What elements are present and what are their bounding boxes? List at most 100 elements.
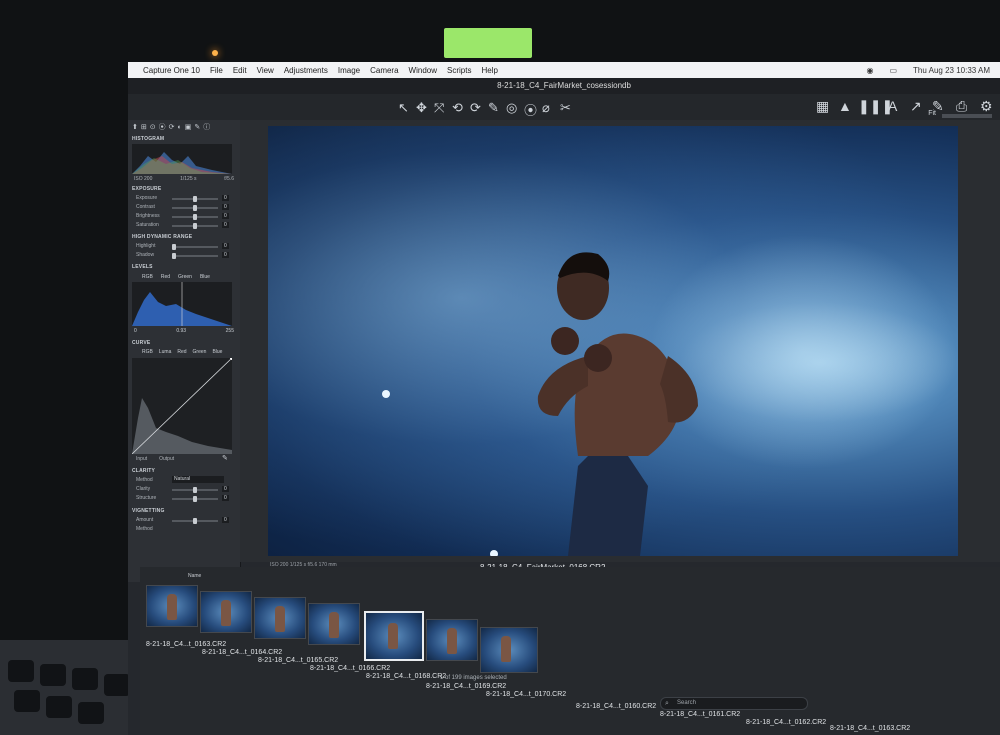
clarity-slider[interactable] xyxy=(172,487,218,493)
exposure-slider[interactable] xyxy=(172,196,218,202)
brightness-value[interactable]: 0 xyxy=(222,213,229,219)
print-icon[interactable]: ⎙ xyxy=(956,98,967,115)
rotate-right-icon[interactable]: ⟳ xyxy=(470,100,481,116)
grid-view-icon[interactable]: ▦ xyxy=(816,98,829,115)
structure-value[interactable]: 0 xyxy=(222,495,229,501)
tab-metadata-icon[interactable]: ⓘ xyxy=(203,124,213,131)
highlight-value[interactable]: 0 xyxy=(222,243,229,249)
spot-tool-icon[interactable]: ◎ xyxy=(506,100,517,116)
vignetting-amount-value[interactable]: 0 xyxy=(222,517,229,523)
menu-window[interactable]: Window xyxy=(409,66,437,75)
menu-view[interactable]: View xyxy=(257,66,274,75)
clarity-header[interactable]: CLARITY xyxy=(132,468,155,474)
green-tape xyxy=(444,28,532,58)
clarity-value[interactable]: 0 xyxy=(222,486,229,492)
histogram-header[interactable]: HISTOGRAM xyxy=(132,136,164,142)
settings-gear-icon[interactable]: ⚙ xyxy=(980,98,993,115)
mask-tool-icon[interactable]: ⌀ xyxy=(542,100,550,116)
hdr-header[interactable]: HIGH DYNAMIC RANGE xyxy=(132,234,192,240)
menu-camera[interactable]: Camera xyxy=(370,66,398,75)
image-viewer[interactable]: ISO 200 1/125 s f/5.6 170 mm 8-21-18_C4_… xyxy=(240,110,1000,572)
zoom-slider[interactable] xyxy=(942,114,992,118)
text-icon[interactable]: A xyxy=(888,98,897,114)
thumbnail-3[interactable] xyxy=(254,597,306,639)
tab-exposure-icon[interactable]: ⟳ xyxy=(169,124,178,131)
shadow-slider[interactable] xyxy=(172,253,218,259)
curve-graph[interactable] xyxy=(131,356,234,455)
saturation-value[interactable]: 0 xyxy=(222,222,229,228)
rotate-left-icon[interactable]: ⟲ xyxy=(452,100,463,116)
histogram-meta: ISO 200 1/125 s f/5.6 xyxy=(134,176,234,182)
exposure-value[interactable]: 0 xyxy=(222,195,229,201)
window-title: 8-21-18_C4_FairMarket_cosessiondb xyxy=(128,78,1000,94)
saturation-slider[interactable] xyxy=(172,223,218,229)
exposure-header[interactable]: EXPOSURE xyxy=(132,186,161,192)
annotate-tool-icon[interactable]: ✂ xyxy=(560,100,571,116)
vignetting-amount-slider[interactable] xyxy=(172,518,218,524)
levels-white[interactable]: 255 xyxy=(226,328,234,334)
zoom-label[interactable]: Fit xyxy=(928,110,936,117)
tab-detail-icon[interactable]: ◐ xyxy=(178,124,185,131)
contrast-value[interactable]: 0 xyxy=(222,204,229,210)
thumbnail-7[interactable] xyxy=(480,627,538,673)
tab-library-icon[interactable]: ⊞ xyxy=(141,124,150,131)
menu-app[interactable]: Capture One 10 xyxy=(143,66,200,75)
highlight-slider[interactable] xyxy=(172,244,218,250)
levels-tab-rgb[interactable]: RGB xyxy=(142,274,153,280)
brush-tool-icon[interactable]: ✎ xyxy=(488,100,499,116)
warning-icon[interactable]: ▲ xyxy=(838,98,852,114)
shutter-value: 1/125 s xyxy=(180,176,197,182)
menu-file[interactable]: File xyxy=(210,66,223,75)
thumbnail-selected[interactable] xyxy=(364,611,424,661)
clock[interactable]: Thu Aug 23 10:33 AM xyxy=(913,66,990,75)
curve-tab-rgb[interactable]: RGB xyxy=(142,349,153,355)
tab-color-icon[interactable]: ⦿ xyxy=(159,124,169,131)
tab-lens-icon[interactable]: ⊙ xyxy=(150,124,159,131)
brightness-slider[interactable] xyxy=(172,214,218,220)
wifi-icon[interactable]: ◉ xyxy=(867,66,874,75)
levels-tab-green[interactable]: Green xyxy=(178,274,192,280)
thumbnail-2[interactable] xyxy=(200,591,252,633)
curve-tab-luma[interactable]: Luma xyxy=(159,349,172,355)
cursor-tool-icon[interactable]: ↖ xyxy=(398,100,409,116)
levels-header[interactable]: LEVELS xyxy=(132,264,153,270)
tab-adjust-icon[interactable]: ✎ xyxy=(194,124,203,131)
curve-tab-blue[interactable]: Blue xyxy=(212,349,222,355)
eyedropper-icon[interactable]: ✎ xyxy=(222,454,228,462)
name-row-3: 8-21-18_C4...t_0162.CR2 xyxy=(746,719,827,726)
curve-tab-red[interactable]: Red xyxy=(177,349,186,355)
contrast-slider[interactable] xyxy=(172,205,218,211)
menu-scripts[interactable]: Scripts xyxy=(447,66,471,75)
pan-tool-icon[interactable]: ✥ xyxy=(416,100,427,116)
structure-slider[interactable] xyxy=(172,496,218,502)
thumbnail-1[interactable] xyxy=(146,585,198,627)
menu-edit[interactable]: Edit xyxy=(233,66,247,75)
search-field[interactable]: ⌕ Search xyxy=(660,697,808,710)
viewer-photo[interactable] xyxy=(268,126,958,556)
menu-image[interactable]: Image xyxy=(338,66,360,75)
browser-sort-label[interactable]: Name xyxy=(188,573,201,579)
export-icon[interactable]: ↗ xyxy=(910,98,922,115)
vignetting-header[interactable]: VIGNETTING xyxy=(132,508,165,514)
picker-tool-icon[interactable]: ⦿ xyxy=(524,100,537,119)
menubar-status: ◉ ▭ Thu Aug 23 10:33 AM xyxy=(862,66,996,75)
boxer-figure xyxy=(382,252,698,556)
tab-layers-icon[interactable]: ▣ xyxy=(185,124,195,131)
levels-tab-red[interactable]: Red xyxy=(161,274,170,280)
levels-black[interactable]: 0 xyxy=(134,328,137,334)
tab-capture-icon[interactable]: ⬆ xyxy=(132,124,141,131)
thumbnail-6[interactable] xyxy=(426,619,478,661)
menu-help[interactable]: Help xyxy=(481,66,497,75)
curve-header[interactable]: CURVE xyxy=(132,340,150,346)
shadow-value[interactable]: 0 xyxy=(222,252,229,258)
curve-tab-green[interactable]: Green xyxy=(193,349,207,355)
tool-tabs[interactable]: ⬆⊞⊙⦿⟳◐▣✎ⓘ xyxy=(132,122,213,132)
battery-icon[interactable]: ▭ xyxy=(889,66,897,75)
menu-adjustments[interactable]: Adjustments xyxy=(284,66,328,75)
thumbnail-4[interactable] xyxy=(308,603,360,645)
levels-graph[interactable] xyxy=(132,282,232,326)
crop-tool-icon[interactable]: ⤧ xyxy=(434,100,444,116)
clarity-method-select[interactable]: Natural xyxy=(172,476,224,483)
levels-mid[interactable]: 0.93 xyxy=(176,328,186,334)
levels-tab-blue[interactable]: Blue xyxy=(200,274,210,280)
